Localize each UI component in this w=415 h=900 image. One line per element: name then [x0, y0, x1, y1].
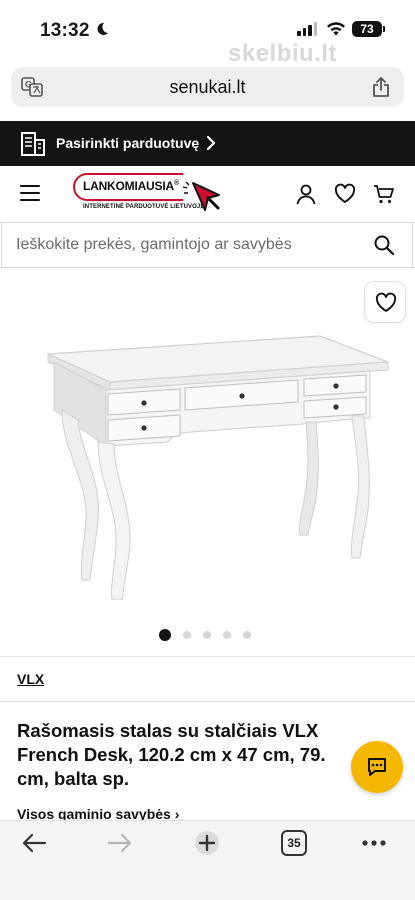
search-input[interactable] — [1, 223, 413, 267]
cart-icon[interactable] — [373, 183, 395, 205]
status-time: 13:32 — [40, 20, 90, 41]
url-text[interactable]: senukai.lt — [11, 77, 404, 98]
forward-arrow-icon[interactable] — [107, 832, 133, 854]
store-icon — [21, 132, 45, 156]
share-icon[interactable] — [372, 76, 390, 98]
menu-icon[interactable] — [20, 185, 40, 201]
logo-text: LANKOMIAUSIA® — [83, 179, 179, 193]
battery-indicator: 73 — [352, 21, 382, 37]
cellular-signal-icon — [297, 22, 317, 36]
site-header: LANKOMIAUSIA® INTERNETINĖ PARDUOTUVĖ LIE… — [0, 166, 415, 222]
brand-link[interactable]: VLX — [17, 671, 44, 687]
product-title: Rašomasis stalas su stalčiais VLX French… — [17, 720, 326, 789]
gallery-dot[interactable] — [223, 631, 231, 639]
store-select-banner[interactable]: Pasirinkti parduotuvę — [0, 121, 415, 166]
all-specs-link[interactable]: Visos gaminio savybės › — [17, 806, 179, 820]
status-bar: 13:32 73 skelbiu.lt — [0, 0, 415, 67]
logo-cursor-arrow-icon — [182, 181, 220, 211]
user-icon[interactable] — [295, 183, 317, 205]
moon-icon — [97, 22, 108, 35]
divider — [0, 656, 415, 657]
url-bar[interactable]: G senukai.lt — [11, 67, 404, 107]
store-select-label: Pasirinkti parduotuvę — [56, 135, 200, 151]
tabs-button[interactable]: 35 — [281, 830, 307, 856]
more-icon[interactable] — [361, 839, 387, 847]
heart-icon[interactable] — [334, 183, 356, 205]
battery-tip — [383, 26, 385, 32]
gallery-dot[interactable] — [203, 631, 211, 639]
add-to-wishlist-button[interactable] — [364, 281, 406, 323]
watermark: skelbiu.lt — [228, 40, 338, 67]
product-image-desk — [47, 335, 389, 600]
chat-button[interactable] — [351, 741, 403, 793]
divider — [0, 701, 415, 702]
heart-icon — [375, 292, 397, 312]
product-gallery[interactable] — [0, 268, 415, 658]
gallery-dot[interactable] — [183, 631, 191, 639]
search-icon[interactable] — [373, 234, 395, 256]
gallery-dot[interactable] — [159, 629, 171, 641]
gallery-dot[interactable] — [243, 631, 251, 639]
browser-toolbar: 35 — [0, 820, 415, 900]
plus-icon[interactable] — [194, 830, 220, 856]
site-logo[interactable]: LANKOMIAUSIA® INTERNETINĖ PARDUOTUVĖ LIE… — [73, 173, 223, 217]
search-bar — [0, 222, 415, 268]
wifi-icon — [327, 22, 345, 36]
chevron-right-icon — [206, 135, 216, 151]
gallery-pagination — [159, 629, 251, 641]
chat-icon — [368, 758, 386, 776]
back-arrow-icon[interactable] — [21, 832, 47, 854]
